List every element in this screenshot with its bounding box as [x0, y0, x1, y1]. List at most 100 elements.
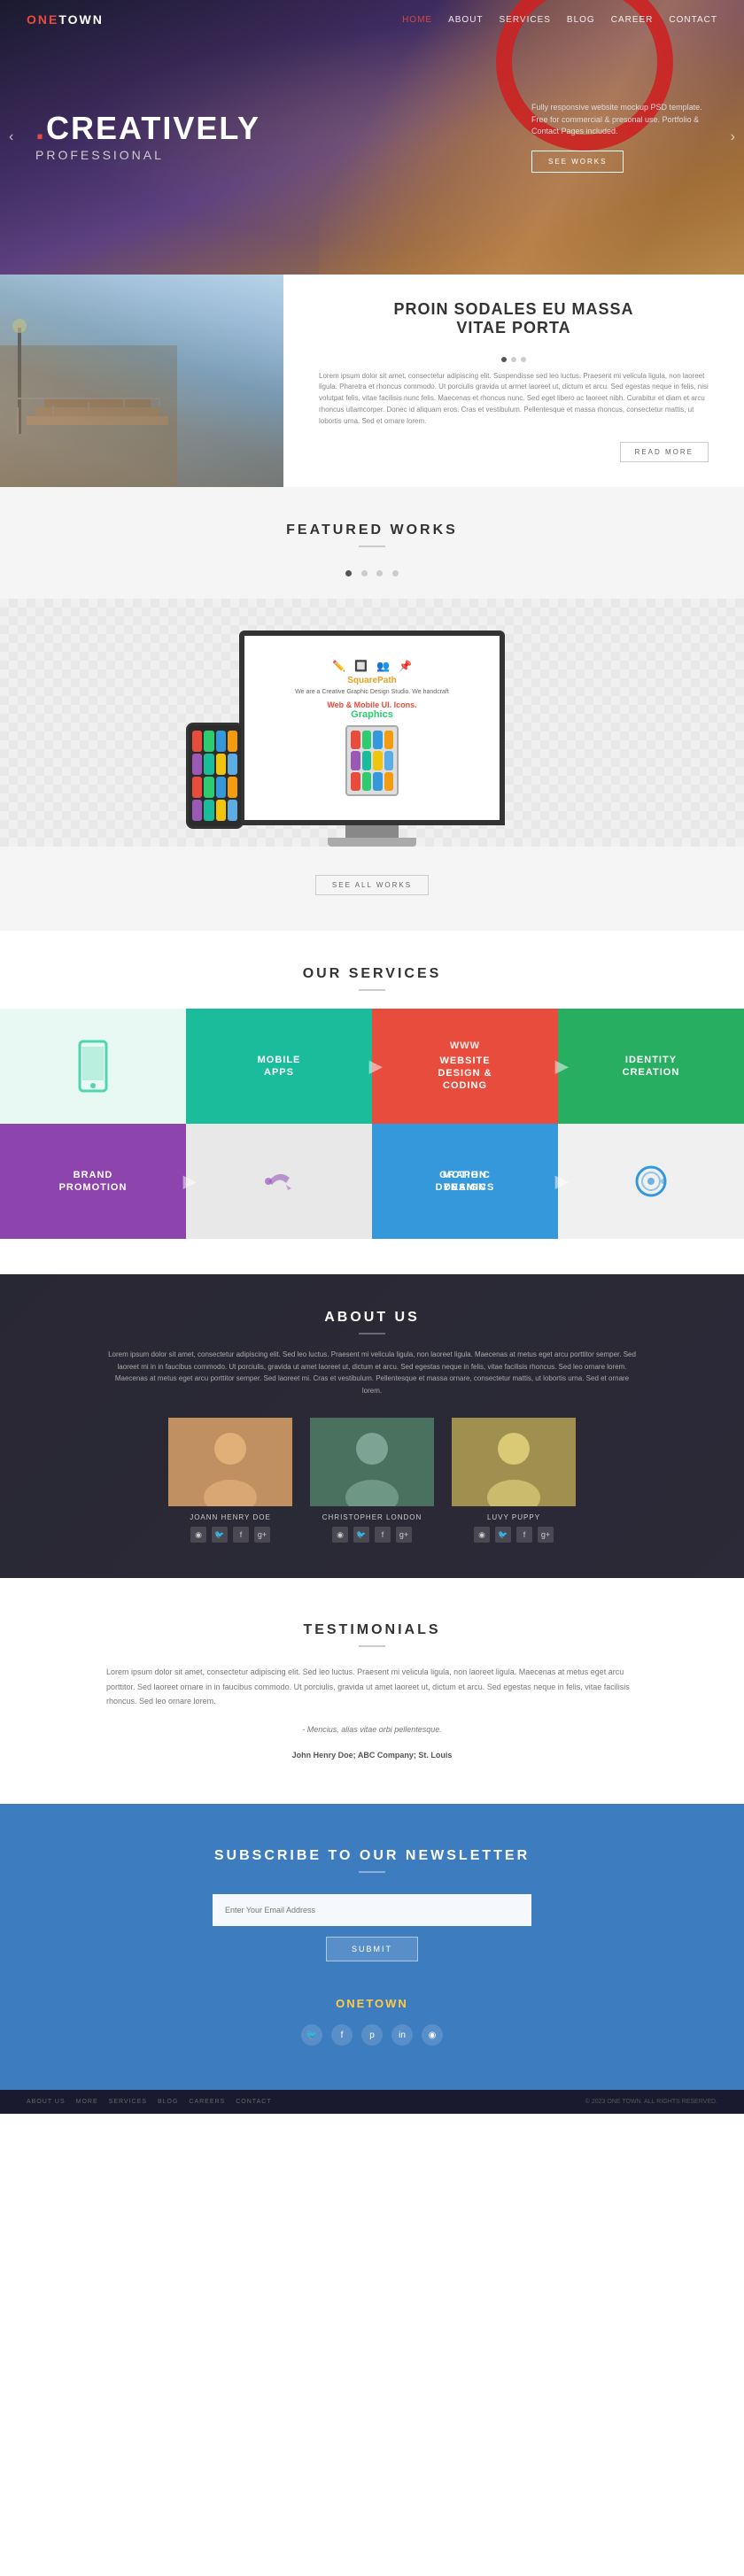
nav-contact[interactable]: CONTACT	[669, 15, 717, 25]
service-website-design[interactable]: WWW WEBSITEDESIGN &CODING ▶	[372, 1009, 558, 1124]
navbar: ONETOWN HOME ABOUT SERVICES BLOG CAREER …	[0, 0, 744, 39]
footer-nav-contact[interactable]: CONTACT	[236, 2099, 271, 2105]
footer-nav-blog[interactable]: BLOG	[158, 2099, 178, 2105]
footer-social-icons: 🐦 f p in ◉	[71, 2024, 673, 2046]
phone-body	[186, 723, 244, 829]
team-photo-2	[310, 1418, 434, 1506]
team3-twitter[interactable]: 🐦	[495, 1527, 511, 1543]
testimonial-author: John Henry Doe; ABC Company; St. Louis	[71, 1751, 673, 1760]
monitor-brand: SquarePath	[347, 676, 397, 685]
spacer5	[186, 1124, 372, 1239]
footer-nav-about[interactable]: ABOUT US	[27, 2099, 66, 2105]
footer-nav-services[interactable]: SERVICES	[109, 2099, 147, 2105]
nav-services[interactable]: SERVICES	[500, 15, 551, 25]
team2-gplus[interactable]: g+	[396, 1527, 412, 1543]
phone-mockup	[186, 723, 244, 829]
footer-facebook-icon[interactable]: f	[331, 2024, 353, 2046]
bottom-bar: ABOUT US MORE SERVICES BLOG CAREERS CONT…	[0, 2090, 744, 2114]
nav-career[interactable]: CAREER	[611, 15, 654, 25]
monitor-web-mobile: Web & Mobile UI. Icons.	[327, 700, 416, 709]
feat-dot-1[interactable]	[345, 570, 352, 576]
monitor: ✏️🔲👥📌 SquarePath We are a Creative Graph…	[239, 630, 505, 847]
hero-text-right: Fully responsive website mockup PSD temp…	[531, 102, 709, 173]
dot-1[interactable]	[501, 357, 507, 362]
service-identity-creation[interactable]: IDENTITYCREATION	[558, 1009, 744, 1124]
nav-about[interactable]: ABOUT	[448, 15, 483, 25]
team3-rss[interactable]: ◉	[474, 1527, 490, 1543]
spacer1	[0, 1009, 186, 1124]
team-social-1: ◉ 🐦 f g+	[168, 1527, 292, 1543]
footer-pinterest-icon[interactable]: p	[361, 2024, 383, 2046]
monitor-graphics: Graphics	[351, 709, 393, 720]
footer-nav-more[interactable]: MORE	[76, 2099, 98, 2105]
proin-dots	[319, 357, 709, 362]
feat-dot-3[interactable]	[376, 570, 383, 576]
hero-desc: Fully responsive website mockup PSD temp…	[531, 102, 709, 138]
read-more-button[interactable]: READ MORE	[620, 442, 709, 462]
hero-cta-button[interactable]: SEE WORKS	[531, 151, 624, 173]
newsletter-submit-button[interactable]: SUBMIT	[326, 1937, 418, 1961]
feat-dot-4[interactable]	[392, 570, 399, 576]
service-brand-promotion-label: BRANDPROMOTION	[59, 1169, 128, 1195]
newsletter-title: SUBSCRIBE TO OUR NEWSLETTER	[71, 1848, 673, 1864]
hero-prev-arrow[interactable]: ‹	[9, 129, 13, 145]
nav-blog[interactable]: BLOG	[567, 15, 595, 25]
featured-works-section: FEATURED WORKS ✏️🔲👥📌 SquarePath We are a…	[0, 487, 744, 931]
team3-facebook[interactable]: f	[516, 1527, 532, 1543]
team2-twitter[interactable]: 🐦	[353, 1527, 369, 1543]
hero-section: ‹ .CREATIVELY PROFESSIONAL Fully respons…	[0, 0, 744, 275]
service-mobile-apps[interactable]: MOBILEAPPS ▶	[186, 1009, 372, 1124]
team2-rss[interactable]: ◉	[332, 1527, 348, 1543]
footer-nav-careers[interactable]: CAREERS	[189, 2099, 225, 2105]
about-title: ABOUT US	[53, 1310, 691, 1326]
feat-dot-2[interactable]	[361, 570, 368, 576]
team-name-2: CHRISTOPHER LONDON	[310, 1513, 434, 1521]
team2-facebook[interactable]: f	[375, 1527, 391, 1543]
nav-home[interactable]: HOME	[402, 15, 432, 25]
proin-title: PROIN SODALES EU MASSA VITAE PORTA	[319, 300, 709, 337]
featured-divider	[359, 545, 385, 547]
newsletter-section: SUBSCRIBE TO OUR NEWSLETTER SUBMIT ONETO…	[0, 1804, 744, 2090]
team-social-2: ◉ 🐦 f g+	[310, 1527, 434, 1543]
testimonials-divider	[359, 1645, 385, 1647]
www-badge: WWW	[450, 1040, 480, 1051]
footer-logo-one: ONE	[336, 1997, 366, 2010]
bottom-nav-links: ABOUT US MORE SERVICES BLOG CAREERS CONT…	[27, 2099, 272, 2105]
team3-gplus[interactable]: g+	[538, 1527, 554, 1543]
mobile-apps-arrow: ▶	[369, 1056, 383, 1078]
footer-other-icon[interactable]: ◉	[422, 2024, 443, 2046]
hero-next-arrow[interactable]: ›	[731, 129, 735, 145]
nav-logo: ONETOWN	[27, 12, 104, 27]
newsletter-submit-wrapper: SUBMIT	[71, 1937, 673, 1979]
dot-2[interactable]	[511, 357, 516, 362]
team-photo-1	[168, 1418, 292, 1506]
services-divider	[359, 989, 385, 991]
testimonials-title: TESTIMONIALS	[71, 1622, 673, 1638]
team1-rss[interactable]: ◉	[190, 1527, 206, 1543]
services-title: OUR SERVICES	[0, 966, 744, 982]
mini-phone	[345, 725, 399, 796]
footer-twitter-icon[interactable]: 🐦	[301, 2024, 322, 2046]
featured-dots	[0, 565, 744, 581]
team-member-3: LUVY PUPPY ◉ 🐦 f g+	[452, 1418, 576, 1543]
motion-dynamics-icon	[633, 1164, 669, 1199]
hero-title-dot: .	[35, 110, 46, 146]
newsletter-email-input[interactable]	[213, 1894, 531, 1926]
monitor-toolbar: ✏️🔲👥📌	[332, 660, 412, 672]
footer-linkedin-icon[interactable]: in	[391, 2024, 413, 2046]
testimonials-section: TESTIMONIALS Lorem ipsum dolor sit amet,…	[0, 1578, 744, 1804]
team-social-3: ◉ 🐦 f g+	[452, 1527, 576, 1543]
service-motion-dynamics[interactable]: MOTIONDYNAMICS	[372, 1124, 558, 1239]
team1-twitter[interactable]: 🐦	[212, 1527, 228, 1543]
see-all-works-button[interactable]: SEE ALL WORKS	[315, 875, 429, 895]
monitor-screen: ✏️🔲👥📌 SquarePath We are a Creative Graph…	[244, 636, 500, 820]
service-brand-promotion[interactable]: BRANDPROMOTION ▶	[0, 1124, 186, 1239]
proin-section: PROIN SODALES EU MASSA VITAE PORTA Lorem…	[0, 275, 744, 487]
copyright-text: © 2023 ONE TOWN. ALL RIGHTS RESERVED.	[585, 2099, 717, 2105]
newsletter-divider	[359, 1871, 385, 1873]
team1-gplus[interactable]: g+	[254, 1527, 270, 1543]
service-mobile-apps-label: MOBILEAPPS	[258, 1054, 301, 1079]
dot-3[interactable]	[521, 357, 526, 362]
team-member-1: JOANN HENRY DOE ◉ 🐦 f g+	[168, 1418, 292, 1543]
team1-facebook[interactable]: f	[233, 1527, 249, 1543]
